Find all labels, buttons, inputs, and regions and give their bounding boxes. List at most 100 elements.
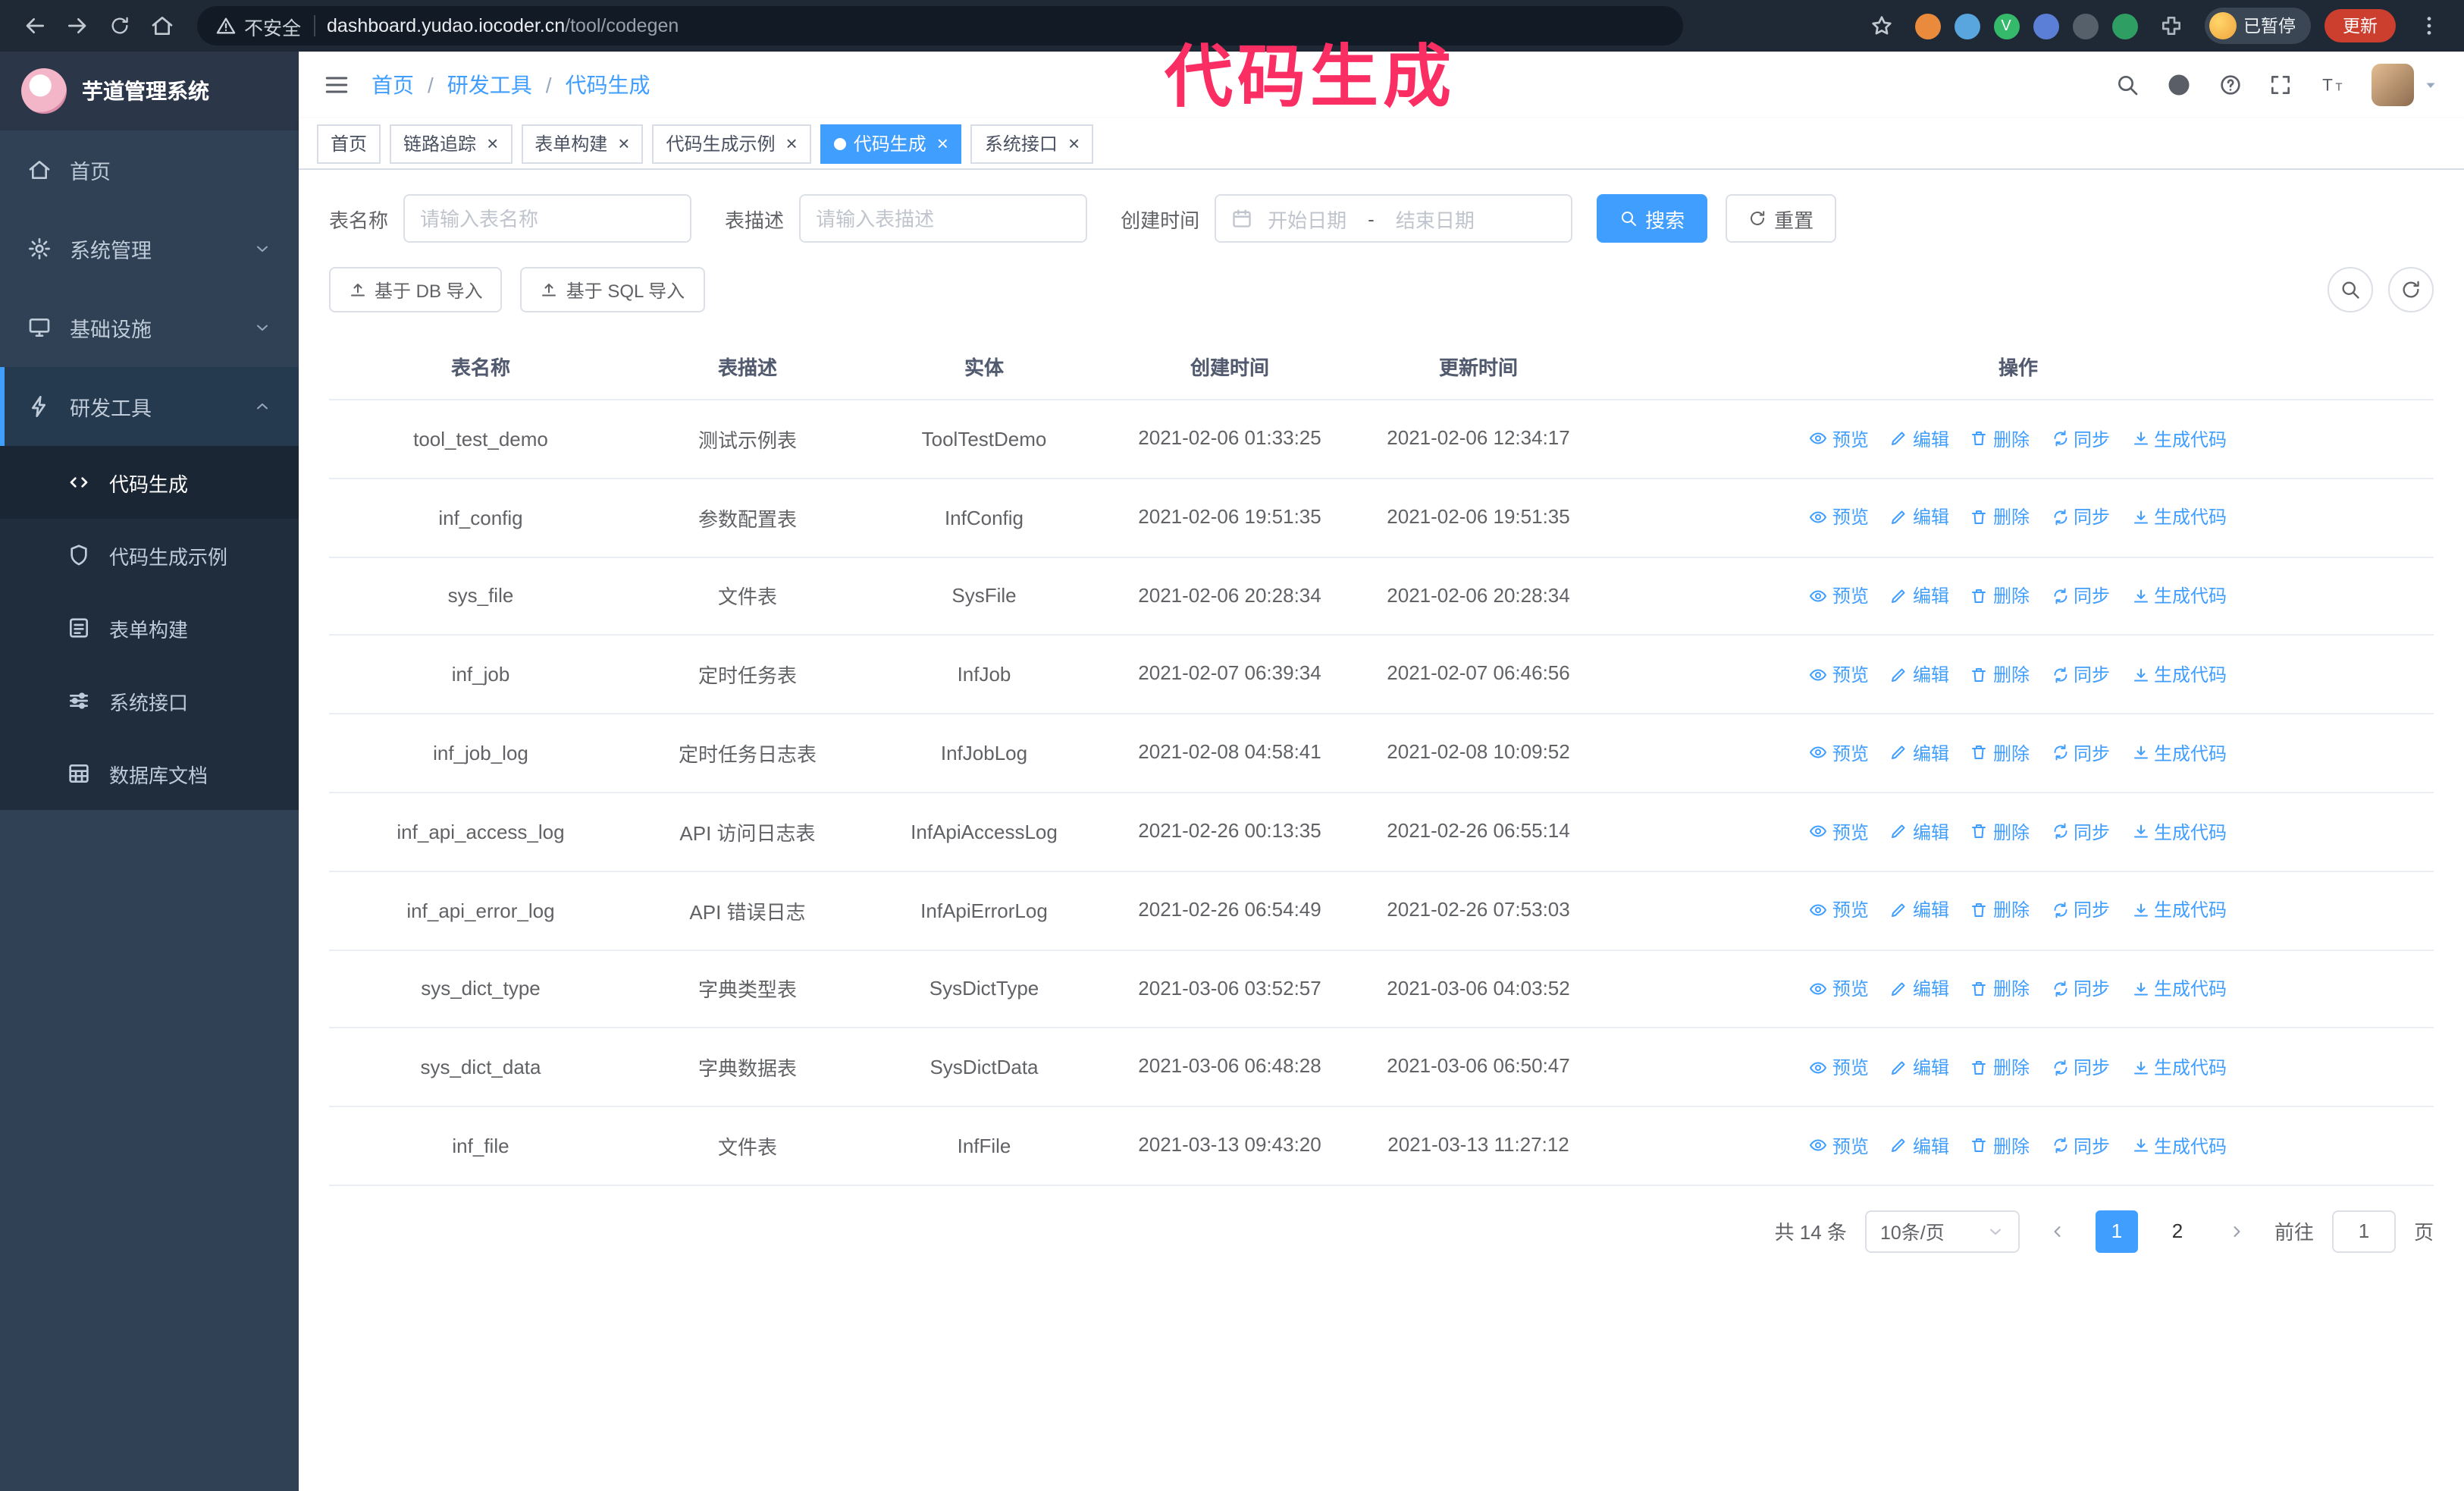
hamburger-icon[interactable]	[323, 71, 350, 99]
action-generate[interactable]: 生成代码	[2131, 582, 2227, 608]
action-edit[interactable]: 编辑	[1890, 504, 1949, 530]
action-edit[interactable]: 编辑	[1890, 1054, 1949, 1080]
sidebar-item-infra[interactable]: 基础设施	[0, 288, 299, 367]
browser-update-button[interactable]: 更新	[2324, 9, 2396, 42]
table-row[interactable]: tool_test_demo 测试示例表 ToolTestDemo 2021-0…	[329, 400, 2434, 479]
table-row[interactable]: inf_api_access_log API 访问日志表 InfApiAcces…	[329, 792, 2434, 872]
action-edit[interactable]: 编辑	[1890, 818, 1949, 844]
action-edit[interactable]: 编辑	[1890, 975, 1949, 1001]
sidebar-item-form-builder[interactable]: 表单构建	[0, 592, 299, 664]
sidebar-item-db-doc[interactable]: 数据库文档	[0, 737, 299, 810]
reset-button[interactable]: 重置	[1726, 194, 1837, 243]
extension-icon-4[interactable]	[2033, 13, 2058, 39]
goto-page-input[interactable]	[2331, 1210, 2396, 1253]
breadcrumb-home[interactable]: 首页	[371, 70, 414, 100]
action-sync[interactable]: 同步	[2051, 425, 2110, 451]
action-sync[interactable]: 同步	[2051, 504, 2110, 530]
action-delete[interactable]: 删除	[1970, 582, 2030, 608]
table-row[interactable]: sys_dict_type 字典类型表 SysDictType 2021-03-…	[329, 950, 2434, 1029]
sidebar-item-devtools[interactable]: 研发工具	[0, 367, 299, 446]
tab-home[interactable]: 首页	[317, 124, 381, 163]
action-sync[interactable]: 同步	[2051, 897, 2110, 923]
table-name-input[interactable]	[403, 194, 692, 243]
extensions-puzzle-icon[interactable]	[2151, 6, 2190, 46]
close-icon[interactable]: ×	[487, 133, 498, 153]
table-row[interactable]: sys_dict_data 字典数据表 SysDictData 2021-03-…	[329, 1028, 2434, 1108]
action-sync[interactable]: 同步	[2051, 582, 2110, 608]
action-delete[interactable]: 删除	[1970, 818, 2030, 844]
action-generate[interactable]: 生成代码	[2131, 504, 2227, 530]
toggle-search-button[interactable]	[2328, 267, 2373, 312]
action-delete[interactable]: 删除	[1970, 504, 2030, 530]
extension-icon-1[interactable]	[1914, 13, 1940, 39]
browser-back-button[interactable]	[15, 6, 55, 46]
action-delete[interactable]: 删除	[1970, 1054, 2030, 1080]
next-page-button[interactable]	[2217, 1210, 2256, 1253]
action-edit[interactable]: 编辑	[1890, 897, 1949, 923]
import-sql-button[interactable]: 基于 SQL 导入	[520, 267, 705, 312]
action-delete[interactable]: 删除	[1970, 1133, 2030, 1159]
address-bar[interactable]: 不安全 dashboard.yudao.iocoder.cn/tool/code…	[197, 6, 1683, 46]
action-preview[interactable]: 预览	[1810, 818, 1869, 844]
user-avatar-menu[interactable]	[2372, 64, 2440, 106]
browser-home-button[interactable]	[143, 6, 182, 46]
page-number-2[interactable]: 2	[2156, 1210, 2199, 1253]
action-generate[interactable]: 生成代码	[2131, 425, 2227, 451]
breadcrumb-devtools[interactable]: 研发工具	[447, 70, 532, 100]
action-preview[interactable]: 预览	[1810, 661, 1869, 687]
action-edit[interactable]: 编辑	[1890, 582, 1949, 608]
action-preview[interactable]: 预览	[1810, 975, 1869, 1001]
browser-menu-icon[interactable]	[2409, 6, 2449, 46]
action-delete[interactable]: 删除	[1970, 897, 2030, 923]
action-generate[interactable]: 生成代码	[2131, 897, 2227, 923]
action-sync[interactable]: 同步	[2051, 740, 2110, 766]
site-security-chip[interactable]: 不安全	[215, 11, 301, 40]
table-row[interactable]: inf_config 参数配置表 InfConfig 2021-02-06 19…	[329, 478, 2434, 558]
browser-reload-button[interactable]	[100, 6, 140, 46]
action-edit[interactable]: 编辑	[1890, 740, 1949, 766]
close-icon[interactable]: ×	[1068, 133, 1080, 153]
action-preview[interactable]: 预览	[1810, 582, 1869, 608]
action-generate[interactable]: 生成代码	[2131, 661, 2227, 687]
table-desc-input[interactable]	[799, 194, 1088, 243]
github-icon[interactable]	[2165, 71, 2193, 99]
extension-icon-2[interactable]	[1954, 13, 1980, 39]
action-edit[interactable]: 编辑	[1890, 1133, 1949, 1159]
refresh-table-button[interactable]	[2388, 267, 2434, 312]
sidebar-item-system-api[interactable]: 系统接口	[0, 664, 299, 737]
create-time-range-picker[interactable]: 开始日期 - 结束日期	[1215, 194, 1573, 243]
tab-codegen-example[interactable]: 代码生成示例 ×	[652, 124, 811, 163]
action-edit[interactable]: 编辑	[1890, 425, 1949, 451]
bookmark-star-icon[interactable]	[1861, 6, 1901, 46]
table-row[interactable]: inf_job_log 定时任务日志表 InfJobLog 2021-02-08…	[329, 714, 2434, 793]
close-icon[interactable]: ×	[618, 133, 629, 153]
action-sync[interactable]: 同步	[2051, 661, 2110, 687]
action-delete[interactable]: 删除	[1970, 740, 2030, 766]
action-generate[interactable]: 生成代码	[2131, 1054, 2227, 1080]
page-number-1[interactable]: 1	[2095, 1210, 2138, 1253]
action-generate[interactable]: 生成代码	[2131, 1133, 2227, 1159]
action-preview[interactable]: 预览	[1810, 740, 1869, 766]
search-button[interactable]: 搜索	[1597, 194, 1708, 243]
close-icon[interactable]: ×	[786, 133, 798, 153]
table-row[interactable]: inf_job 定时任务表 InfJob 2021-02-07 06:39:34…	[329, 635, 2434, 715]
action-preview[interactable]: 预览	[1810, 425, 1869, 451]
import-db-button[interactable]: 基于 DB 导入	[329, 267, 503, 312]
help-icon[interactable]	[2218, 73, 2243, 97]
browser-forward-button[interactable]	[58, 6, 97, 46]
tab-codegen[interactable]: 代码生成 ×	[820, 124, 962, 163]
action-delete[interactable]: 删除	[1970, 975, 2030, 1001]
action-sync[interactable]: 同步	[2051, 818, 2110, 844]
action-preview[interactable]: 预览	[1810, 1133, 1869, 1159]
font-size-icon[interactable]	[2318, 71, 2346, 99]
tab-system-api[interactable]: 系统接口 ×	[970, 124, 1094, 163]
action-delete[interactable]: 删除	[1970, 425, 2030, 451]
action-generate[interactable]: 生成代码	[2131, 975, 2227, 1001]
sidebar-item-codegen[interactable]: 代码生成	[0, 446, 299, 519]
action-delete[interactable]: 删除	[1970, 661, 2030, 687]
tab-form-builder[interactable]: 表单构建 ×	[521, 124, 644, 163]
table-row[interactable]: inf_api_error_log API 错误日志 InfApiErrorLo…	[329, 871, 2434, 951]
action-sync[interactable]: 同步	[2051, 1054, 2110, 1080]
search-icon[interactable]	[2115, 73, 2140, 97]
sidebar-item-codegen-example[interactable]: 代码生成示例	[0, 519, 299, 592]
